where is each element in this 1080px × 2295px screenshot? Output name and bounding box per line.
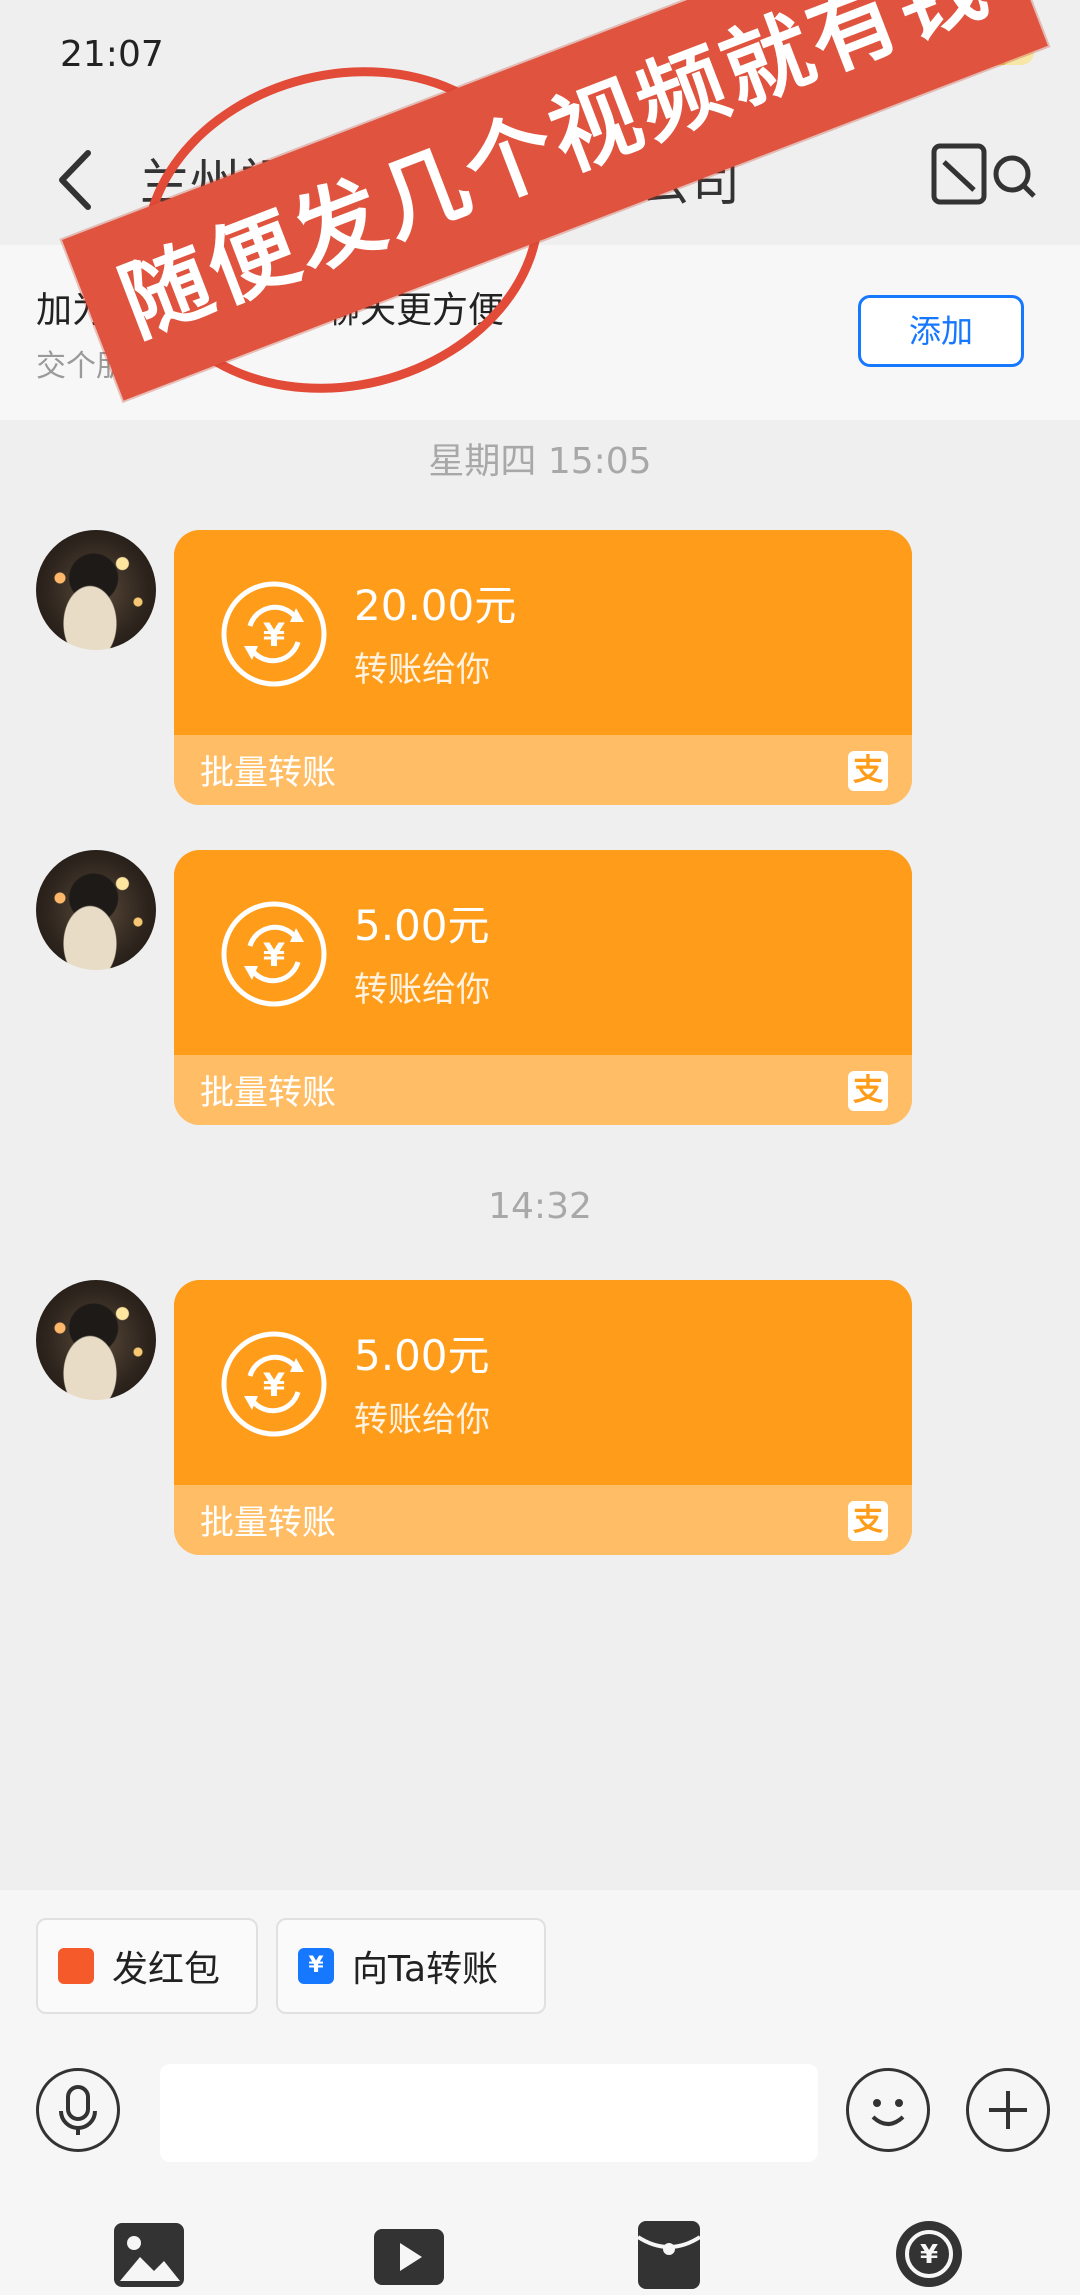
transfer-caption: 转账给你 <box>354 650 490 690</box>
transfer-card[interactable]: ¥ 5.00元 转账给你 批量转账 支 <box>174 850 912 1125</box>
alipay-icon: 支 <box>848 1071 888 1111</box>
svg-text:¥: ¥ <box>263 936 285 974</box>
transfer-message: ¥ 5.00元 转账给你 批量转账 支 <box>0 850 1080 1125</box>
transfer-to-them-button[interactable]: ¥ 向Ta转账 <box>276 1918 546 2014</box>
quick-action-label: 发红包 <box>112 1949 221 1990</box>
batch-transfer-label: 批量转账 <box>200 1073 336 1113</box>
status-time: 21:07 <box>60 34 164 75</box>
voice-button[interactable] <box>36 2068 120 2152</box>
alipay-icon: 支 <box>848 1501 888 1541</box>
avatar[interactable] <box>36 1280 156 1400</box>
transfer-card[interactable]: ¥ 20.00元 转账给你 批量转账 支 <box>174 530 912 805</box>
composer-panel: 发红包 ¥ 向Ta转账 ¥ <box>0 1890 1080 2295</box>
add-friend-button[interactable]: 添加 <box>858 295 1024 367</box>
emoji-button[interactable] <box>846 2068 930 2152</box>
plus-icon <box>989 2091 1027 2129</box>
transfer-caption: 转账给你 <box>354 1400 490 1440</box>
batch-transfer-label: 批量转账 <box>200 1503 336 1543</box>
svg-text:¥: ¥ <box>263 616 285 654</box>
transfer-coin-icon: ¥ <box>221 581 327 687</box>
transfer-coin-icon[interactable]: ¥ <box>892 2217 966 2291</box>
transfer-coin-icon: ¥ <box>221 1331 327 1437</box>
transfer-message: ¥ 20.00元 转账给你 批量转账 支 <box>0 530 1080 805</box>
red-packet-icon[interactable] <box>632 2217 706 2291</box>
transfer-amount: 5.00元 <box>354 1331 490 1380</box>
transfer-coin-icon: ¥ <box>221 901 327 1007</box>
microphone-icon <box>59 2085 97 2135</box>
image-icon[interactable] <box>112 2217 186 2291</box>
more-button[interactable] <box>966 2068 1050 2152</box>
avatar[interactable] <box>36 530 156 650</box>
message-input[interactable] <box>160 2064 818 2162</box>
transfer-message: ¥ 5.00元 转账给你 批量转账 支 <box>0 1280 1080 1555</box>
red-envelope-icon <box>58 1948 94 1984</box>
transfer-caption: 转账给你 <box>354 970 490 1010</box>
transfer-amount: 20.00元 <box>354 581 517 630</box>
svg-text:¥: ¥ <box>920 2240 938 2270</box>
send-red-envelope-button[interactable]: 发红包 <box>36 1918 258 2014</box>
transfer-amount: 5.00元 <box>354 901 490 950</box>
quick-action-label: 向Ta转账 <box>352 1949 499 1990</box>
timestamp: 星期四 15:05 <box>428 441 652 482</box>
emoji-icon <box>871 2099 905 2126</box>
back-arrow-icon[interactable] <box>52 145 102 215</box>
input-bar <box>0 2050 1080 2170</box>
transfer-card[interactable]: ¥ 5.00元 转账给你 批量转账 支 <box>174 1280 912 1555</box>
avatar[interactable] <box>36 850 156 970</box>
svg-text:¥: ¥ <box>263 1366 285 1404</box>
batch-transfer-label: 批量转账 <box>200 753 336 793</box>
video-icon[interactable] <box>372 2217 446 2291</box>
transfer-icon: ¥ <box>298 1948 334 1984</box>
attachment-toolbar: ¥ <box>0 2205 1080 2295</box>
timestamp: 14:32 <box>488 1186 592 1227</box>
alipay-icon: 支 <box>848 751 888 791</box>
chat-settings-icon[interactable] <box>930 140 1040 210</box>
